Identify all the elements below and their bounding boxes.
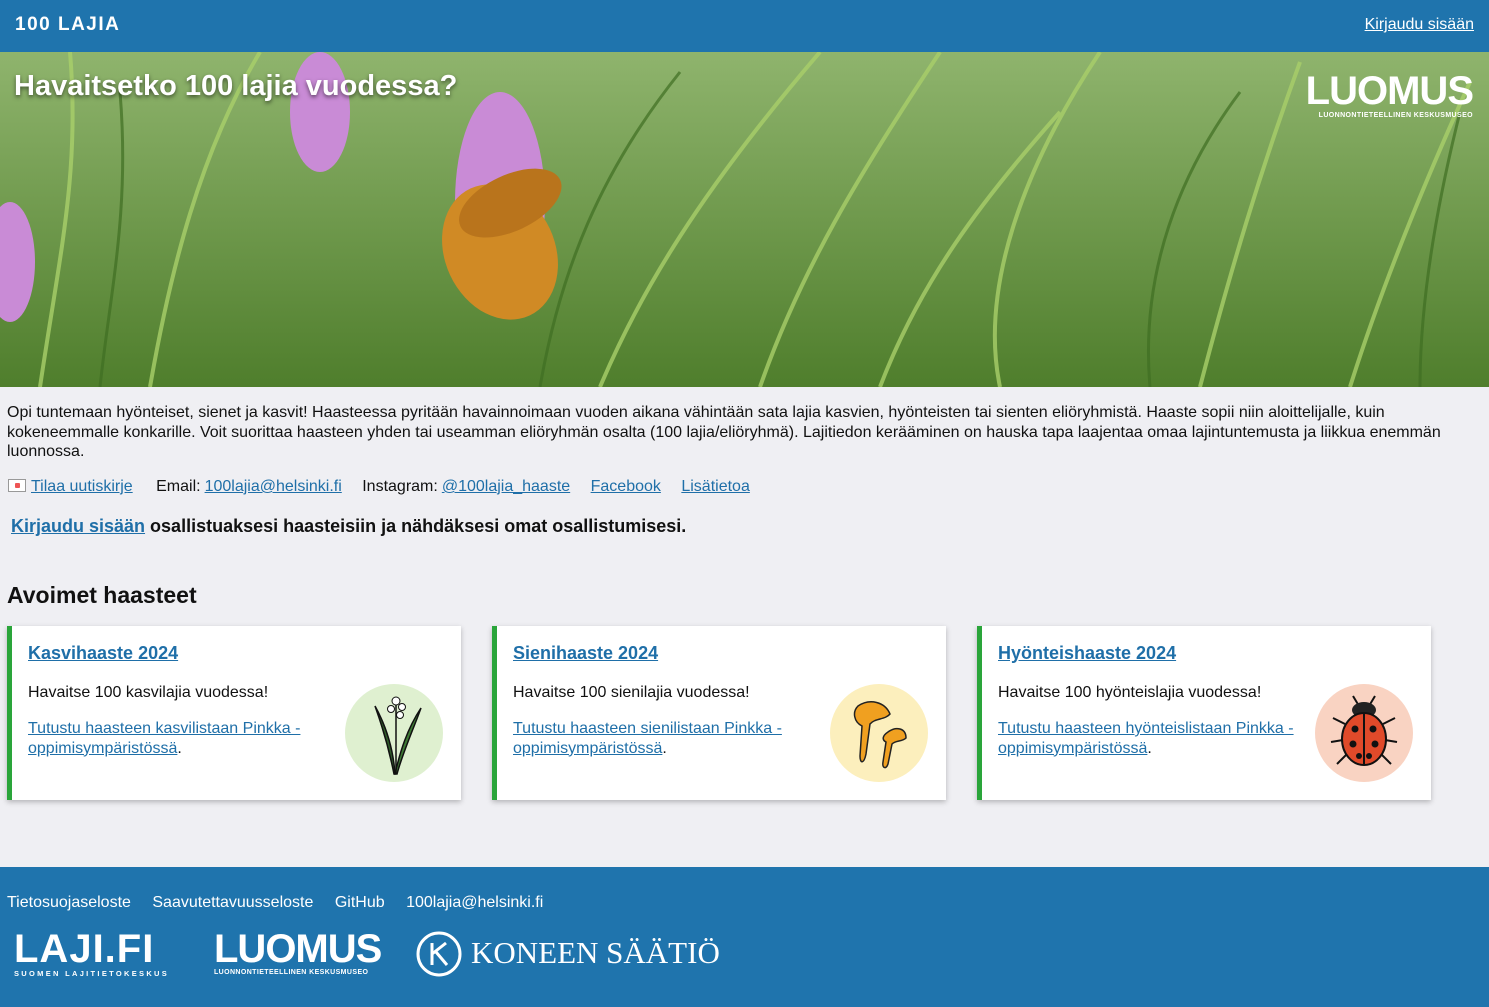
top-navbar: 100 LAJIA Kirjaudu sisään [0,0,1489,52]
instagram-group: Instagram: @100lajia_haaste [362,478,570,495]
facebook-link[interactable]: Facebook [591,478,661,495]
footer-luomus-logo-text: LUOMUS [214,927,382,971]
newsletter-icon [8,479,26,492]
accessibility-statement-link[interactable]: Saavutettavuusseloste [152,894,313,911]
challenge-card-insects: Hyönteishaaste 2024 Havaitse 100 hyöntei… [977,626,1431,800]
challenge-list-text: Tutustu haasteen kasvilistaan Pinkka -op… [28,720,301,757]
hero-banner: Havaitsetko 100 lajia vuodessa? LUOMUS L… [0,52,1489,387]
pinkka-list-link[interactable]: Tutustu haasteen hyönteislistaan Pinkka … [998,720,1294,757]
challenge-title-link[interactable]: Kasvihaaste 2024 [28,643,178,664]
challenge-title-link[interactable]: Hyönteishaaste 2024 [998,643,1176,664]
challenge-card-plants: Kasvihaaste 2024 Havaitse 100 kasvilajia… [7,626,461,800]
login-call-to-action: Kirjaudu sisään osallistuaksesi haasteis… [11,516,686,537]
challenge-card-fungi: Sienihaaste 2024 Havaitse 100 sienilajia… [492,626,946,800]
chanterelle-icon [830,684,928,782]
luomus-logo[interactable]: LUOMUS LUONNONTIETEELLINEN KESKUSMUSEO [1305,69,1474,119]
newsletter-label: Tilaa uutiskirje [31,478,133,495]
luomus-logo-subtitle: LUONNONTIETEELLINEN KESKUSMUSEO [1318,112,1473,119]
challenge-description: Havaitse 100 hyönteislajia vuodessa! [998,684,1262,701]
email-link[interactable]: 100lajia@helsinki.fi [205,478,342,495]
luomus-logo-text: LUOMUS [1305,69,1474,113]
challenge-description: Havaitse 100 kasvilajia vuodessa! [28,684,269,701]
footer-luomus-logo-subtitle: LUONNONTIETEELLINEN KESKUSMUSEO [214,969,369,976]
challenge-title-link[interactable]: Sienihaaste 2024 [513,643,658,664]
koneen-saatio-logo-text: KONEEN SÄÄTIÖ [471,935,720,970]
cta-login-link[interactable]: Kirjaudu sisään [11,516,145,536]
pinkka-list-link[interactable]: Tutustu haasteen sienilistaan Pinkka -op… [513,720,782,757]
challenge-list-text: Tutustu haasteen sienilistaan Pinkka -op… [513,720,782,757]
lily-of-the-valley-icon [345,684,443,782]
laji-fi-logo[interactable]: LAJI.FI SUOMEN LAJITIETOKESKUS [14,929,169,978]
more-info-link[interactable]: Lisätietoa [681,478,750,495]
cta-text: osallistuaksesi haasteisiin ja nähdäkses… [145,516,687,536]
newsletter-link[interactable]: Tilaa uutiskirje [8,478,133,495]
pinkka-list-link[interactable]: Tutustu haasteen kasvilistaan Pinkka -op… [28,720,300,757]
email-group: Email: 100lajia@helsinki.fi [156,478,342,495]
challenge-list-text: Tutustu haasteen hyönteislistaan Pinkka … [998,720,1294,757]
open-challenges-heading: Avoimet haasteet [7,582,197,608]
footer-luomus-logo[interactable]: LUOMUS LUONNONTIETEELLINEN KESKUSMUSEO [214,927,382,976]
instagram-link[interactable]: @100lajia_haaste [442,478,570,495]
email-label: Email: [156,478,201,495]
github-link[interactable]: GitHub [335,894,385,911]
footer-email-link[interactable]: 100lajia@helsinki.fi [406,894,543,911]
challenge-description: Havaitse 100 sienilajia vuodessa! [513,684,750,701]
contact-links: Tilaa uutiskirje Email: 100lajia@helsinki… [8,478,766,496]
site-footer: Tietosuojaseloste Saavutettavuusseloste … [0,867,1489,1007]
laji-fi-logo-text: LAJI.FI [14,927,155,971]
footer-links: Tietosuojaseloste Saavutettavuusseloste … [7,894,560,912]
site-brand[interactable]: 100 LAJIA [15,14,120,36]
laji-fi-logo-subtitle: SUOMEN LAJITIETOKESKUS [14,969,170,978]
intro-text: Opi tuntemaan hyönteiset, sienet ja kasv… [7,404,1441,460]
hero-title: Havaitsetko 100 lajia vuodessa? [14,70,458,102]
ladybug-icon [1315,684,1413,782]
instagram-label: Instagram: [362,478,438,495]
login-link[interactable]: Kirjaudu sisään [1365,16,1474,34]
privacy-policy-link[interactable]: Tietosuojaseloste [7,894,131,911]
koneen-saatio-emblem-icon [416,931,462,977]
